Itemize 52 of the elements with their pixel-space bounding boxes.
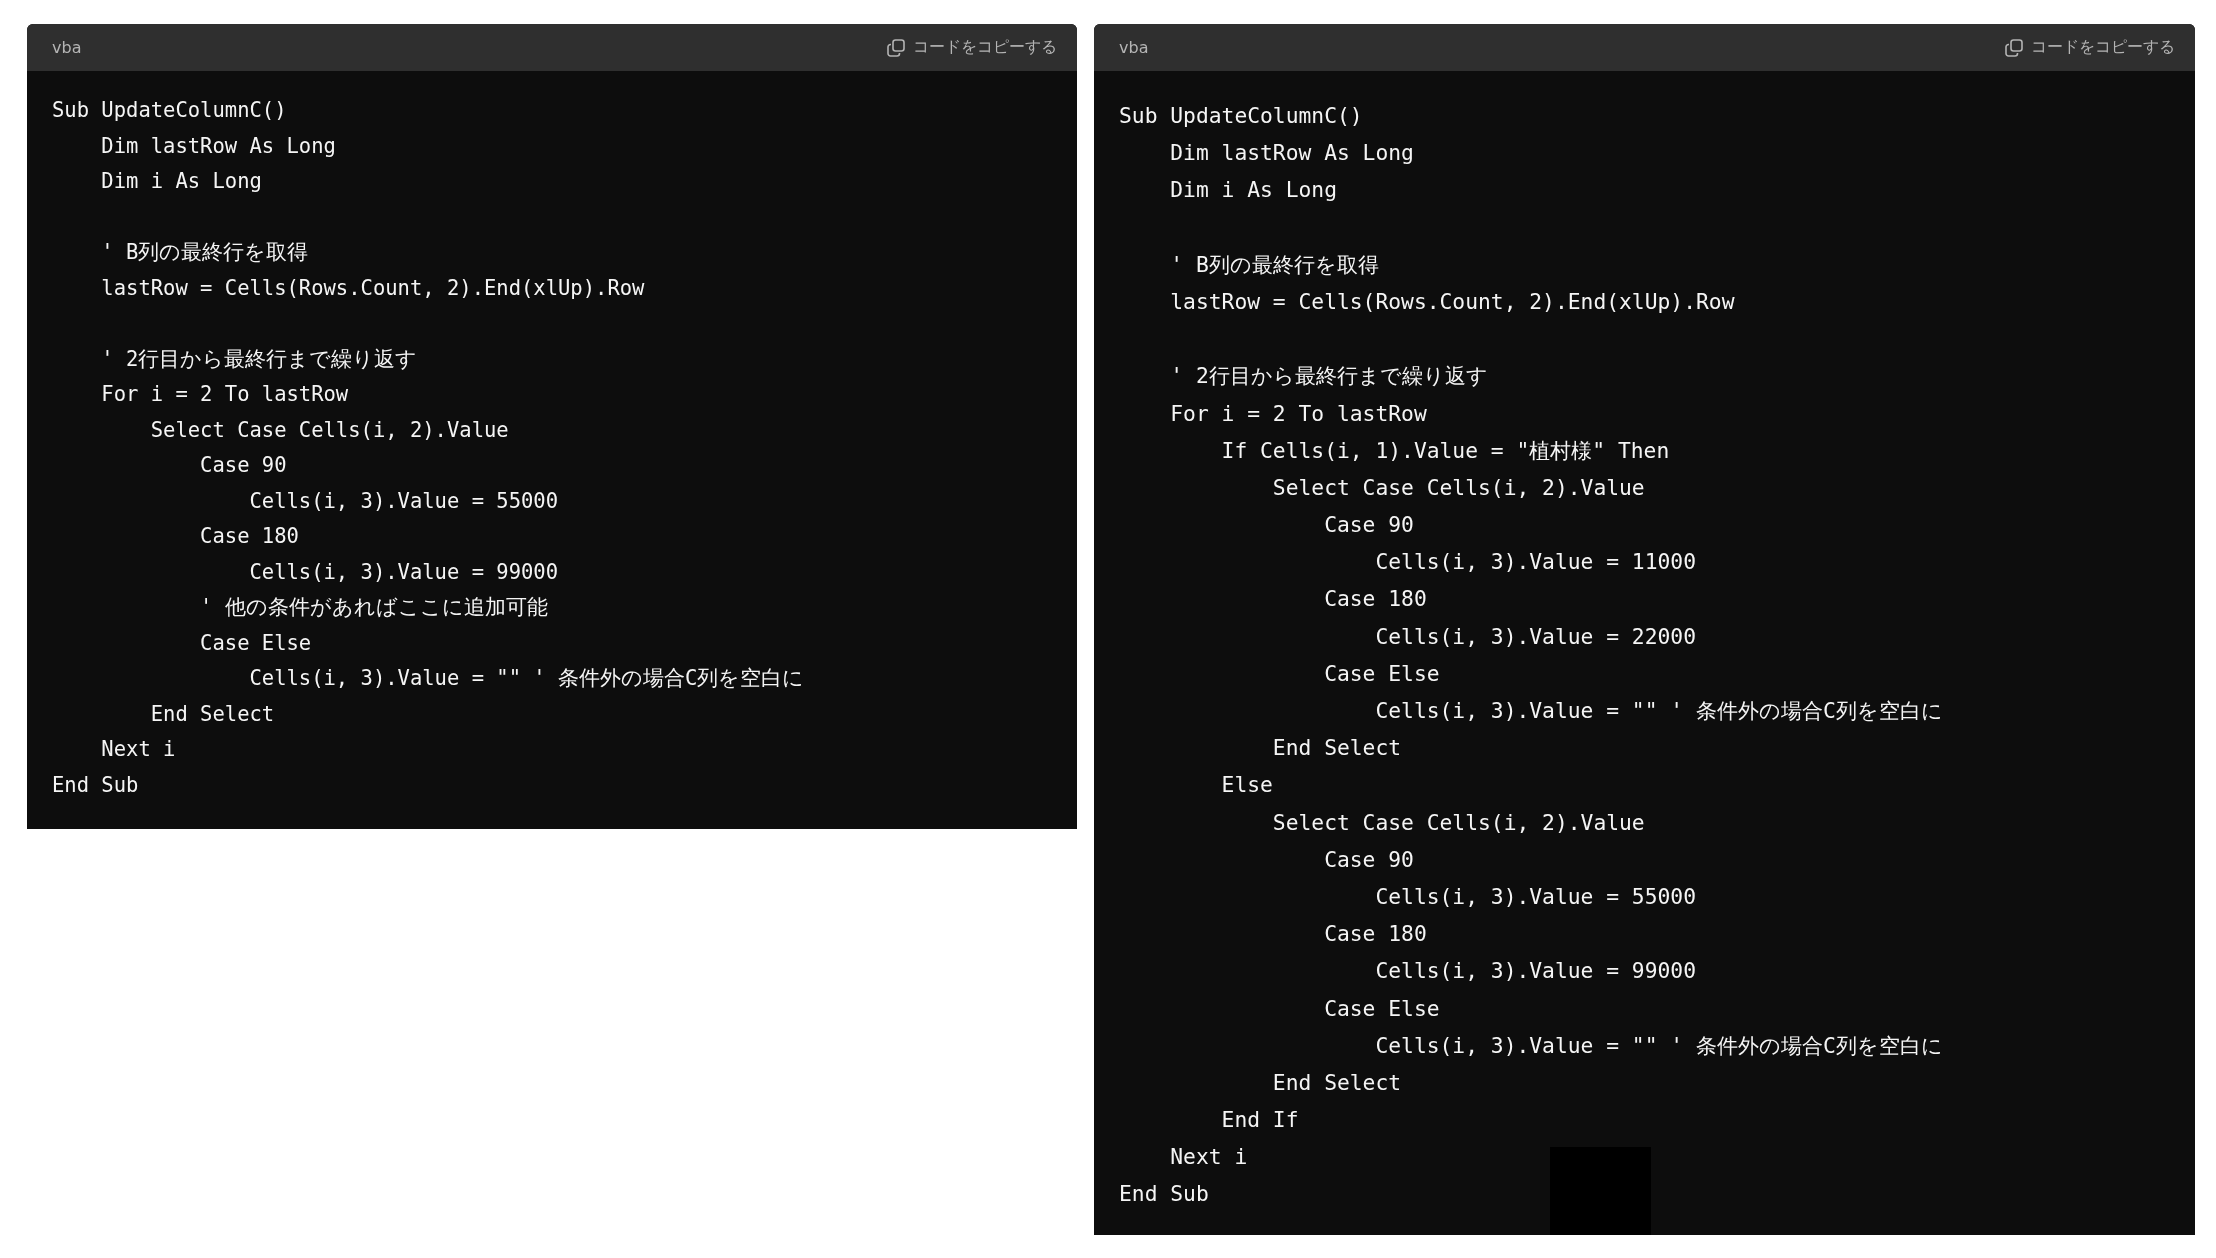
code-line: Select Case Cells(i, 2).Value <box>1271 809 1645 835</box>
code-line: Cells(i, 3).Value = 55000 <box>1374 883 1696 909</box>
code-line: Dim i As Long <box>1169 177 1337 203</box>
code-line: End Select <box>149 701 275 726</box>
code-line: Select Case Cells(i, 2).Value <box>1271 474 1645 500</box>
code-line: Case 180 <box>1323 921 1427 947</box>
code-line: Case 90 <box>1323 846 1414 872</box>
code-line: Cells(i, 3).Value = "" ' 条件外の場合C列を空白に <box>1374 698 1943 723</box>
code-line: End Sub <box>52 772 139 797</box>
language-label: vba <box>52 38 82 57</box>
code-line: ' B列の最終行を取得 <box>1169 251 1379 277</box>
code-line: Sub UpdateColumnC() <box>52 98 287 122</box>
copy-icon <box>887 38 905 57</box>
code-line: Case 180 <box>199 524 299 548</box>
code-line: lastRow = Cells(Rows.Count, 2).End(xlUp).Row <box>1169 288 1735 314</box>
code-line: Dim lastRow As Long <box>100 133 336 158</box>
code-line: End Select <box>1271 1069 1402 1095</box>
code-line: Case Else <box>199 630 312 655</box>
code-line: Select Case Cells(i, 2).Value <box>149 417 509 442</box>
code-line: For i = 2 To lastRow <box>1169 400 1427 426</box>
code-line: Dim i As Long <box>100 169 262 193</box>
language-label: vba <box>1119 38 1149 57</box>
code-line: Next i <box>100 737 176 761</box>
code-line: Cells(i, 3).Value = 99000 <box>248 559 559 584</box>
copy-button[interactable]: コードをコピーする <box>2005 37 2175 58</box>
code-line: Else <box>1220 772 1273 798</box>
code-line: Sub UpdateColumnC() <box>1119 103 1363 128</box>
code-line: Cells(i, 3).Value = 11000 <box>1374 549 1696 575</box>
code-line: ' 他の条件があればここに追加可能 <box>199 595 548 619</box>
code-line: If Cells(i, 1).Value = "植村様" Then <box>1220 437 1670 463</box>
code-line: ' B列の最終行を取得 <box>100 240 309 264</box>
code-line: Cells(i, 3).Value = "" ' 条件外の場合C列を空白に <box>1374 1032 1943 1058</box>
code-line: Next i <box>1169 1144 1248 1170</box>
code-line: Cells(i, 3).Value = "" ' 条件外の場合C列を空白に <box>248 666 805 690</box>
code-line: End Sub <box>1119 1181 1209 1207</box>
code-line: Case Else <box>1323 660 1440 686</box>
code-line: Dim lastRow As Long <box>1169 140 1414 166</box>
copy-icon <box>2005 38 2023 57</box>
code-line: End Select <box>1271 735 1402 761</box>
code-line: ' 2行目から最終行まで繰り返す <box>100 346 418 371</box>
code-line: Case 180 <box>1323 586 1427 612</box>
code-line: Cells(i, 3).Value = 22000 <box>1374 623 1696 649</box>
code-line: lastRow = Cells(Rows.Count, 2).End(xlUp).Row <box>100 275 645 300</box>
code-line: Cells(i, 3).Value = 99000 <box>1374 958 1696 984</box>
code-line: Cells(i, 3).Value = 55000 <box>248 488 559 513</box>
copy-button[interactable]: コードをコピーする <box>887 37 1057 58</box>
code-line: Case Else <box>1323 995 1440 1021</box>
code-line: For i = 2 To lastRow <box>100 382 349 406</box>
code-line: ' 2行目から最終行まで繰り返す <box>1169 363 1488 389</box>
code-line: End If <box>1220 1107 1299 1133</box>
code-line: Case 90 <box>1323 512 1414 538</box>
code-line: Case 90 <box>199 453 287 477</box>
